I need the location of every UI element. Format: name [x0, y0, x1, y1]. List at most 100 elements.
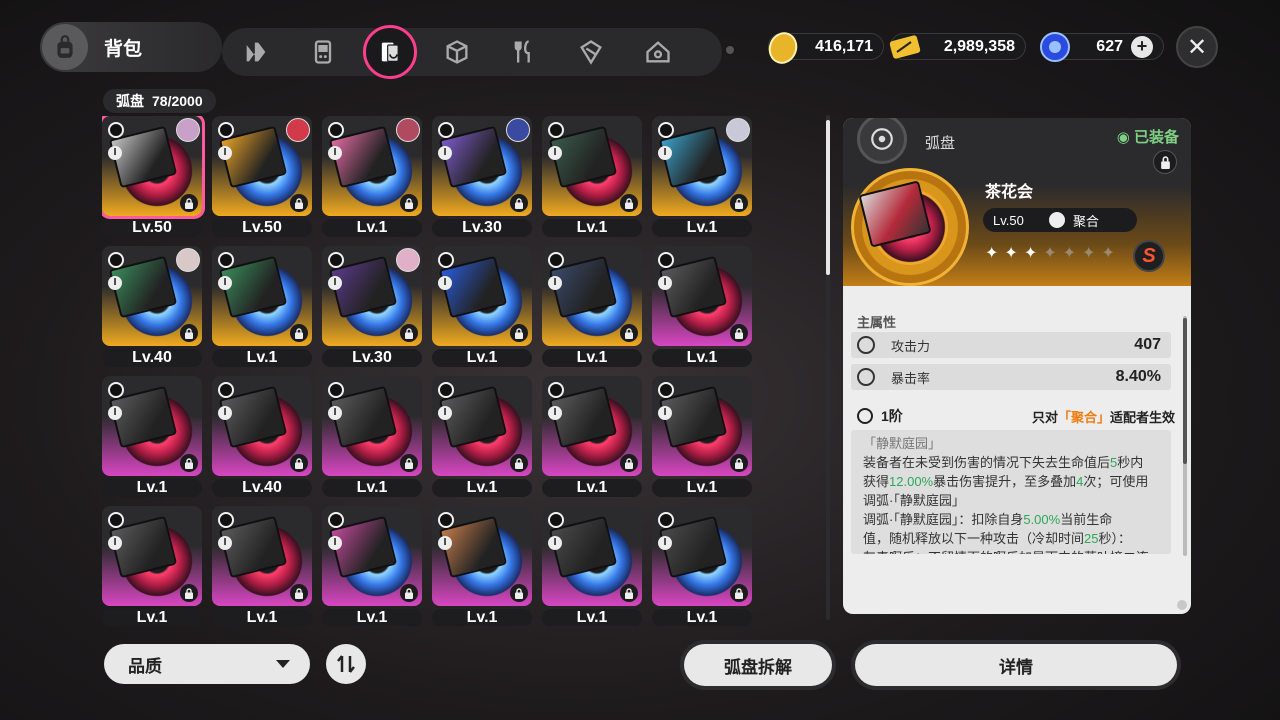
tab-home-icon[interactable]	[624, 28, 691, 76]
grid-scroll-thumb[interactable]	[826, 120, 830, 275]
disc-card[interactable]: I Lv.1	[432, 376, 532, 497]
dismantle-button[interactable]: 弧盘拆解	[684, 644, 832, 686]
description-line: 调弧·「静默庭园」	[863, 493, 965, 508]
details-button[interactable]: 详情	[855, 644, 1177, 686]
disc-card[interactable]: I Lv.1	[432, 506, 532, 626]
disc-level: Lv.1	[652, 479, 752, 497]
attribute-icon	[108, 512, 124, 528]
disc-card[interactable]: I Lv.40	[212, 376, 312, 497]
disc-card[interactable]: I Lv.1	[542, 506, 642, 626]
attribute-icon	[218, 122, 234, 138]
tab-gadget-icon[interactable]	[289, 28, 356, 76]
tab-drive-disc-icon[interactable]	[356, 25, 423, 79]
disc-card[interactable]: I Lv.40	[102, 246, 202, 367]
star-icon: ✦	[1101, 245, 1115, 262]
sort-dropdown[interactable]: 品质	[104, 644, 310, 684]
disc-level: Lv.1	[542, 219, 642, 237]
bag-tab[interactable]: 背包	[40, 22, 222, 72]
add-polychrome-button[interactable]: +	[1131, 35, 1153, 58]
lock-icon	[180, 194, 198, 212]
tier-tag: I	[108, 146, 122, 160]
attribute-icon	[218, 512, 234, 528]
disc-card[interactable]: I Lv.1	[652, 116, 752, 237]
stat-row-atk: 攻击力 407	[851, 332, 1171, 358]
disc-card[interactable]: I Lv.1	[542, 116, 642, 237]
tier-tag: I	[108, 276, 122, 290]
tier-tag: I	[108, 536, 122, 550]
disc-card[interactable]: I Lv.1	[652, 376, 752, 497]
disc-card[interactable]: I Lv.1	[652, 506, 752, 626]
disc-card[interactable]: I Lv.30	[322, 246, 422, 367]
lock-icon	[290, 454, 308, 472]
attack-icon	[857, 336, 875, 354]
avatar	[176, 248, 200, 272]
lock-icon	[620, 454, 638, 472]
attribute-icon	[658, 252, 674, 268]
disc-card[interactable]: I Lv.1	[322, 116, 422, 237]
lock-icon	[510, 454, 528, 472]
disc-card-art: I	[432, 116, 532, 216]
disc-level: Lv.1	[652, 349, 752, 367]
lock-icon	[290, 584, 308, 602]
disc-level: Lv.50	[102, 219, 202, 237]
star-icon: ✦	[1043, 245, 1057, 262]
avatar	[506, 118, 530, 142]
description-line: 值，随机释放以下一种攻击（冷却时间25秒）：	[863, 531, 1131, 546]
description-line: 调弧·「静默庭园」：扣除自身5.00%当前生命	[863, 512, 1113, 527]
main-stat-title: 主属性	[857, 315, 897, 330]
disc-card-art: I	[102, 376, 202, 476]
disc-card[interactable]: I Lv.30	[432, 116, 532, 237]
rank-badge: S	[1133, 240, 1165, 272]
disc-card[interactable]: I Lv.50	[102, 116, 205, 237]
tab-food-icon[interactable]	[490, 28, 557, 76]
disc-level: Lv.1	[102, 609, 202, 626]
disc-card[interactable]: I Lv.1	[542, 376, 642, 497]
disc-card[interactable]: I Lv.50	[212, 116, 312, 237]
lock-toggle[interactable]	[1153, 150, 1177, 174]
lock-icon	[620, 194, 638, 212]
tier-tag: I	[438, 276, 452, 290]
lock-icon	[730, 324, 748, 342]
disc-card-art: I	[322, 246, 422, 346]
disc-card[interactable]: I Lv.1	[212, 506, 312, 626]
tab-material-icon[interactable]	[557, 28, 624, 76]
lock-icon	[510, 194, 528, 212]
disc-card-art: I	[542, 506, 642, 606]
disc-card[interactable]: I Lv.1	[102, 376, 202, 497]
disc-card[interactable]: I Lv.1	[322, 506, 422, 626]
description-line: 装备者在未受到伤害的情况下失去生命值后5秒内	[863, 455, 1144, 470]
disc-card[interactable]: I Lv.1	[652, 246, 752, 367]
disc-card-art: I	[102, 116, 205, 219]
disc-card-art: I	[212, 246, 312, 346]
tab-agent-icon[interactable]	[222, 28, 289, 76]
tab-box-icon[interactable]	[423, 28, 490, 76]
disc-grid: I Lv.50 I Lv.50 I Lv.1 I Lv.30 I Lv.1 I Lv.1 I Lv.40 I…	[102, 116, 758, 626]
detail-scroll-thumb[interactable]	[1183, 318, 1187, 464]
lock-icon	[400, 454, 418, 472]
sort-order-button[interactable]	[326, 644, 366, 684]
effect-description[interactable]: 「静默庭园」 装备者在未受到伤害的情况下失去生命值后5秒内 获得12.00%暴击伤…	[851, 430, 1171, 554]
disc-card-art: I	[652, 506, 752, 606]
disc-card[interactable]: I Lv.1	[212, 246, 312, 367]
tier-tag: I	[438, 406, 452, 420]
disc-level: Lv.1	[652, 219, 752, 237]
disc-level: Lv.40	[102, 349, 202, 367]
close-button[interactable]: ✕	[1176, 26, 1218, 68]
attribute-icon	[328, 512, 344, 528]
disc-card[interactable]: I Lv.1	[432, 246, 532, 367]
disc-level: Lv.1	[322, 609, 422, 626]
equipped-badge: ◉ 已装备	[1116, 129, 1179, 146]
lock-icon	[730, 194, 748, 212]
tier-tag: I	[438, 536, 452, 550]
disc-card[interactable]: I Lv.1	[102, 506, 202, 626]
attribute-icon	[218, 382, 234, 398]
disc-card[interactable]: I Lv.1	[322, 376, 422, 497]
lock-icon	[180, 324, 198, 342]
lock-icon	[730, 454, 748, 472]
disc-card[interactable]: I Lv.1	[542, 246, 642, 367]
lock-icon	[400, 194, 418, 212]
avatar	[396, 248, 420, 272]
page-title: 背包	[104, 38, 143, 60]
disc-level: Lv.30	[322, 349, 422, 367]
disc-card-art: I	[432, 246, 532, 346]
